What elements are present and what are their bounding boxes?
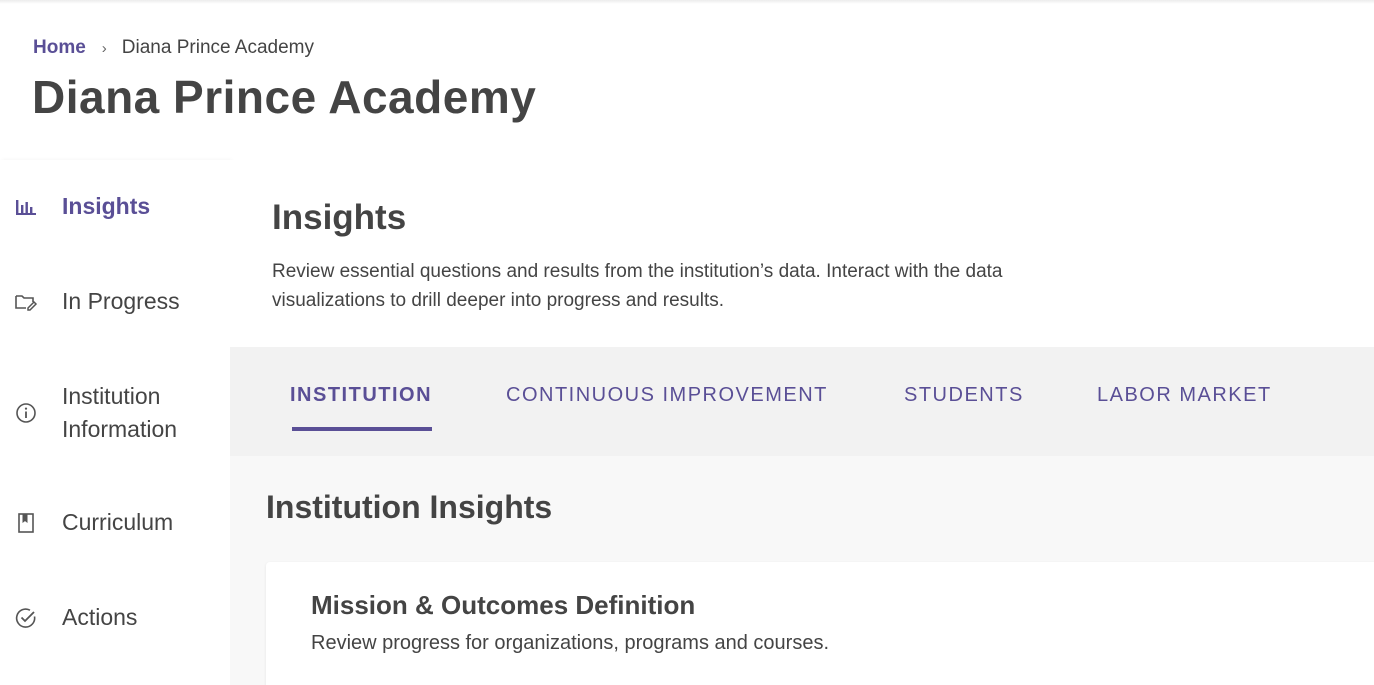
card-description: Review progress for organizations, progr…: [311, 632, 830, 654]
bookmark-book-icon: [14, 511, 38, 535]
topbar-shadow: [0, 0, 1374, 4]
page-title: Diana Prince Academy: [32, 71, 537, 123]
sidebar-item-label: Insights: [62, 193, 151, 219]
breadcrumb: Home › Diana Prince Academy: [33, 37, 314, 59]
bar-chart-icon: [14, 195, 38, 219]
insights-intro: Insights Review essential questions and …: [230, 160, 1374, 347]
insights-title: Insights: [272, 198, 407, 237]
sidebar: Insights In Progress Institution Informa…: [0, 160, 230, 685]
tab-labor-market[interactable]: LABOR MARKET: [1097, 384, 1272, 407]
breadcrumb-home-link[interactable]: Home: [33, 37, 86, 59]
sidebar-item-label: Institution Information: [62, 383, 178, 442]
card-title: Mission & Outcomes Definition: [311, 590, 696, 620]
breadcrumb-current: Diana Prince Academy: [121, 37, 315, 58]
tab-institution[interactable]: INSTITUTION: [290, 384, 432, 407]
sidebar-item-curriculum[interactable]: Curriculum: [0, 506, 230, 540]
insights-description: Review essential questions and results f…: [272, 261, 1003, 311]
sidebar-item-institution-information[interactable]: Institution Information: [0, 380, 230, 446]
mission-outcomes-card[interactable]: Mission & Outcomes Definition Review pro…: [266, 562, 1374, 685]
institution-insights-section: Institution Insights Mission & Outcomes …: [230, 456, 1374, 685]
sidebar-item-actions[interactable]: Actions: [0, 601, 230, 635]
main-content: Insights Review essential questions and …: [230, 160, 1374, 685]
tab-continuous-improvement[interactable]: CONTINUOUS IMPROVEMENT: [506, 384, 828, 407]
section-title: Institution Insights: [266, 489, 553, 525]
active-tab-indicator: [292, 427, 432, 431]
page-header: Home › Diana Prince Academy Diana Prince…: [0, 0, 1374, 160]
sidebar-item-label: Actions: [62, 604, 138, 630]
sidebar-item-in-progress[interactable]: In Progress: [0, 285, 230, 319]
insights-tabs: INSTITUTION CONTINUOUS IMPROVEMENT STUDE…: [230, 347, 1374, 456]
sidebar-item-insights[interactable]: Insights: [0, 190, 230, 224]
sidebar-item-label: Curriculum: [62, 509, 174, 535]
breadcrumb-separator-icon: ›: [101, 39, 107, 57]
check-circle-icon: [14, 606, 38, 630]
folder-edit-icon: [14, 290, 38, 314]
tab-students[interactable]: STUDENTS: [904, 384, 1024, 407]
sidebar-item-label: In Progress: [62, 288, 180, 314]
info-icon: [14, 401, 38, 425]
